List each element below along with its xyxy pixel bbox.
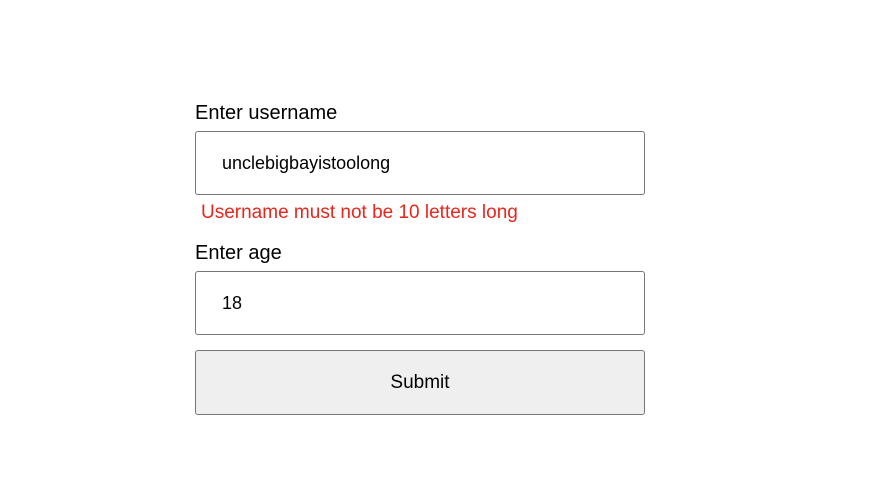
username-input[interactable] xyxy=(195,131,645,195)
signup-form: Enter username Username must not be 10 l… xyxy=(195,100,645,415)
age-input[interactable] xyxy=(195,271,645,335)
username-label: Enter username xyxy=(195,102,338,124)
age-label: Enter age xyxy=(195,242,282,264)
submit-button[interactable]: Submit xyxy=(195,350,645,415)
username-error-message: Username must not be 10 letters long xyxy=(201,202,518,223)
